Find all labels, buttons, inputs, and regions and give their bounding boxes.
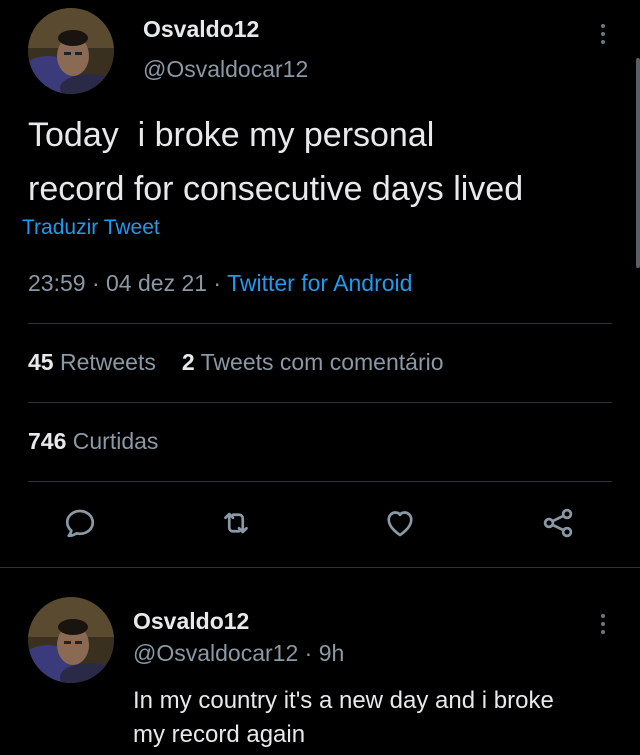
scrollbar[interactable] bbox=[636, 58, 640, 268]
likes-label: Curtidas bbox=[72, 428, 159, 454]
reply-tweet-author-name[interactable]: Osvaldo12 bbox=[133, 608, 249, 635]
meta-separator: · bbox=[85, 270, 107, 296]
translate-tweet-link[interactable]: Traduzir Tweet bbox=[22, 216, 160, 240]
quote-tweets-label: Tweets com comentário bbox=[200, 349, 444, 375]
reply-tweet-avatar[interactable] bbox=[28, 597, 114, 683]
reply-tweet-text-line: my record again bbox=[133, 721, 306, 748]
main-tweet-text-line: record for consecutive days lived bbox=[28, 170, 524, 208]
quote-tweets-stat[interactable]: 2 Tweets com comentário bbox=[182, 349, 444, 375]
retweets-label: Retweets bbox=[59, 349, 156, 375]
likes-count: 746 bbox=[28, 428, 67, 454]
reply-tweet-text-line: In my country it's a new day and i broke bbox=[133, 687, 554, 714]
tweet-time: 23:59 bbox=[28, 270, 86, 296]
main-tweet-text-line: Today i broke my personal bbox=[28, 116, 435, 154]
like-button[interactable] bbox=[382, 505, 418, 541]
quote-tweets-count: 2 bbox=[181, 349, 195, 375]
tweet-metadata: 23:59 · 04 dez 21 · Twitter for Android bbox=[28, 270, 412, 297]
reply-tweet-meta: @Osvaldocar12 · 9h bbox=[133, 640, 344, 667]
reply-tweet-text: In my country it's a new day and i broke… bbox=[133, 684, 623, 752]
main-tweet-text: Today i broke my personal record for con… bbox=[28, 108, 618, 216]
divider bbox=[28, 402, 612, 403]
share-nodes-icon bbox=[543, 508, 573, 538]
main-tweet-avatar[interactable] bbox=[28, 8, 114, 94]
retweet-arrows-icon bbox=[224, 512, 248, 534]
retweets-count: 45 bbox=[28, 349, 54, 375]
likes-stat[interactable]: 746 Curtidas bbox=[28, 428, 158, 455]
divider bbox=[28, 481, 612, 482]
heart-icon bbox=[387, 511, 413, 537]
reply-tweet-age: 9h bbox=[318, 640, 345, 666]
main-tweet-author-name[interactable]: Osvaldo12 bbox=[143, 16, 259, 43]
reply-button[interactable] bbox=[62, 505, 98, 541]
retweet-stats: 45 Retweets 2 Tweets com comentário bbox=[28, 349, 444, 376]
speech-bubble-icon bbox=[65, 509, 95, 538]
retweets-stat[interactable]: 45 Retweets bbox=[28, 349, 156, 375]
section-divider bbox=[0, 567, 640, 568]
retweet-button[interactable] bbox=[218, 505, 254, 541]
reply-tweet-author-handle[interactable]: @Osvaldocar12 bbox=[133, 640, 298, 666]
tweet-date: 04 dez 21 bbox=[106, 270, 208, 296]
meta-separator: · bbox=[298, 640, 319, 666]
divider bbox=[28, 323, 612, 324]
more-options-icon[interactable] bbox=[598, 24, 608, 44]
share-button[interactable] bbox=[540, 505, 576, 541]
tweet-source-link[interactable]: Twitter for Android bbox=[227, 270, 412, 296]
main-tweet-author-handle[interactable]: @Osvaldocar12 bbox=[143, 56, 308, 83]
reply-more-options-icon[interactable] bbox=[598, 614, 608, 634]
meta-separator: · bbox=[207, 270, 228, 296]
